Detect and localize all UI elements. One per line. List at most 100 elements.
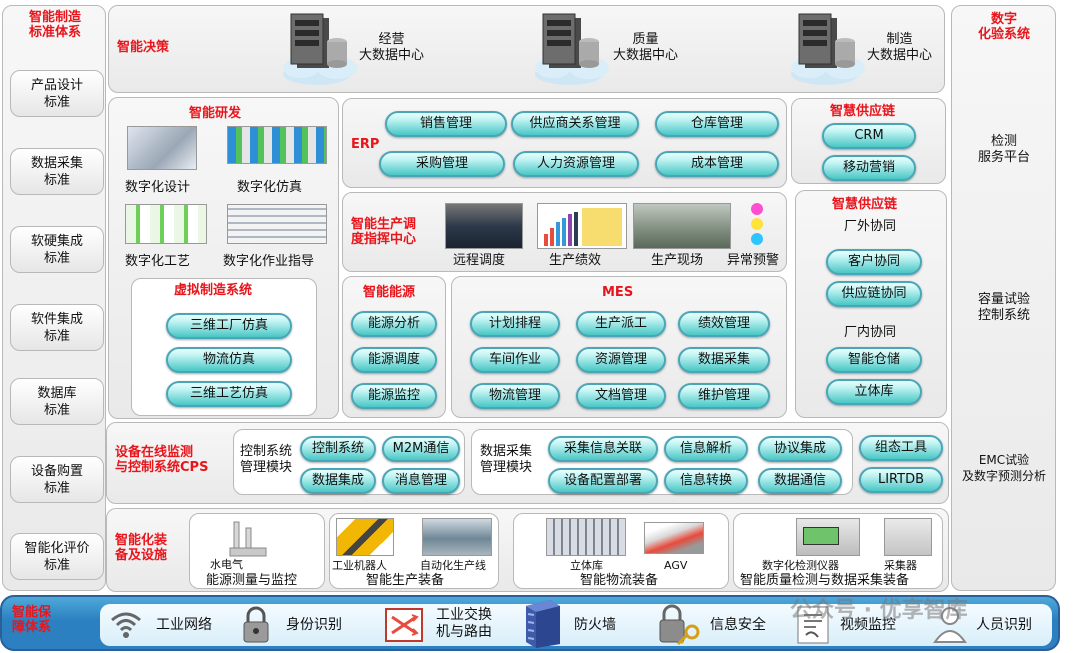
agv-label: AGV bbox=[664, 559, 688, 572]
equipment-panel: 智能化装 备及设施 水电气 能源测量与监控 工业机器人 自动化生产线 智能生产装备… bbox=[106, 508, 949, 592]
lirtdb-button[interactable]: LIRTDB bbox=[859, 467, 943, 493]
alert-lights-icon bbox=[751, 203, 765, 249]
test-service-platform-label: 检测 服务平台 bbox=[977, 134, 1030, 165]
standard-equipment-purchase[interactable]: 设备购置 标准 bbox=[10, 456, 104, 503]
mes-panel: MES 计划排程 生产派工 绩效管理 车间作业 资源管理 数据采集 物流管理 文… bbox=[451, 276, 787, 418]
workshop-operation-button[interactable]: 车间作业 bbox=[470, 347, 560, 373]
data-integration-button[interactable]: 数据集成 bbox=[300, 468, 376, 494]
energy-dispatch-button[interactable]: 能源调度 bbox=[351, 347, 437, 373]
production-dispatch-button[interactable]: 生产派工 bbox=[576, 311, 666, 337]
internal-collab-title: 厂内协同 bbox=[844, 325, 897, 340]
server-icon bbox=[277, 12, 367, 92]
configuration-tool-button[interactable]: 组态工具 bbox=[859, 435, 943, 461]
info-conversion-button[interactable]: 信息转换 bbox=[664, 468, 748, 494]
rd-title: 智能研发 bbox=[189, 106, 242, 121]
standard-hw-sw-integration[interactable]: 软硬集成 标准 bbox=[10, 226, 104, 273]
info-parsing-button[interactable]: 信息解析 bbox=[664, 436, 748, 462]
sales-management-button[interactable]: 销售管理 bbox=[385, 111, 507, 137]
identity-recognition-label: 身份识别 bbox=[286, 617, 342, 633]
document-management-button[interactable]: 文档管理 bbox=[576, 383, 666, 409]
cps-title: 设备在线监测 与控制系统CPS bbox=[115, 445, 209, 475]
decision-panel: 智能决策 经营 大数据中心 质量 大数据中心 制造 大数据中心 bbox=[108, 5, 945, 93]
supply-right-title: 智慧供应链 bbox=[832, 197, 898, 212]
crm-button[interactable]: CRM bbox=[822, 123, 916, 149]
logistics-management-button[interactable]: 物流管理 bbox=[470, 383, 560, 409]
cps-panel: 设备在线监测 与控制系统CPS 控制系统 管理模块 控制系统 M2M通信 数据集成 … bbox=[106, 422, 949, 504]
3d-process-simulation-button[interactable]: 三维工艺仿真 bbox=[166, 381, 292, 407]
production-kpi-label: 生产绩效 bbox=[549, 253, 602, 268]
supplier-relation-button[interactable]: 供应商关系管理 bbox=[511, 111, 639, 137]
erp-title: ERP bbox=[351, 137, 380, 152]
guarantee-title: 智能保 障体系 bbox=[12, 605, 52, 635]
collector-image bbox=[884, 518, 932, 556]
rd-digital-process: 数字化工艺 bbox=[125, 254, 191, 269]
standard-database[interactable]: 数据库 标准 bbox=[10, 378, 104, 425]
center-business-label: 经营 大数据中心 bbox=[359, 32, 425, 63]
rd-digital-simulation: 数字化仿真 bbox=[237, 180, 303, 195]
utilities-label: 水电气 bbox=[210, 558, 243, 571]
hr-management-button[interactable]: 人力资源管理 bbox=[513, 151, 639, 177]
supply-chain-collab-button[interactable]: 供应链协同 bbox=[826, 281, 922, 307]
resource-management-button[interactable]: 资源管理 bbox=[576, 347, 666, 373]
purchase-management-button[interactable]: 采购管理 bbox=[379, 151, 505, 177]
production-equipment-title: 智能生产装备 bbox=[366, 573, 445, 588]
logistics-simulation-button[interactable]: 物流仿真 bbox=[166, 347, 292, 373]
data-module-label: 数据采集 管理模块 bbox=[480, 444, 533, 475]
standard-intelligence-evaluation[interactable]: 智能化评价 标准 bbox=[10, 533, 104, 580]
agv-image bbox=[644, 522, 704, 554]
decision-title: 智能决策 bbox=[117, 40, 170, 55]
message-management-button[interactable]: 消息管理 bbox=[382, 468, 460, 494]
supply-top-title: 智慧供应链 bbox=[830, 104, 896, 119]
digital-test-column: 数字 化验系统 检测 服务平台 容量试验 控制系统 EMC试验 及数字预测分析 bbox=[951, 5, 1056, 591]
mes-data-collection-button[interactable]: 数据采集 bbox=[678, 347, 770, 373]
stereo-warehouse-button[interactable]: 立体库 bbox=[826, 379, 922, 405]
firewall-label: 防火墙 bbox=[574, 617, 616, 633]
customer-collab-button[interactable]: 客户协同 bbox=[826, 249, 922, 275]
production-site-label: 生产现场 bbox=[651, 253, 704, 268]
performance-management-button[interactable]: 绩效管理 bbox=[678, 311, 770, 337]
center-manufacturing-label: 制造 大数据中心 bbox=[867, 32, 933, 63]
production-site-image bbox=[633, 203, 731, 249]
rd-digital-design: 数字化设计 bbox=[125, 180, 191, 195]
standard-data-collection[interactable]: 数据采集 标准 bbox=[10, 148, 104, 195]
digital-design-image bbox=[127, 126, 197, 170]
watermark-text: 公众号 · 优享智库 bbox=[790, 598, 968, 623]
maintenance-management-button[interactable]: 维护管理 bbox=[678, 383, 770, 409]
cost-management-button[interactable]: 成本管理 bbox=[655, 151, 779, 177]
lock-icon bbox=[240, 606, 272, 648]
power-plant-icon bbox=[228, 518, 268, 562]
digital-instrument-image bbox=[796, 518, 860, 556]
supply-chain-top-panel: 智慧供应链 CRM 移动营销 bbox=[791, 98, 946, 184]
energy-analysis-button[interactable]: 能源分析 bbox=[351, 311, 437, 337]
automated-line-label: 自动化生产线 bbox=[420, 559, 486, 572]
standard-product-design[interactable]: 产品设计 标准 bbox=[10, 70, 104, 117]
dispatch-title: 智能生产调 度指挥中心 bbox=[351, 217, 417, 247]
digital-guide-image bbox=[227, 204, 327, 244]
energy-title: 智能能源 bbox=[363, 285, 416, 300]
quality-equipment-group: 数字化检测仪器 采集器 智能质量检测与数据采集装备 bbox=[733, 513, 943, 589]
remote-dispatch-image bbox=[445, 203, 523, 249]
industrial-robot-image bbox=[336, 518, 394, 556]
logistics-equipment-group: 立体库 AGV 智能物流装备 bbox=[513, 513, 729, 589]
mes-title: MES bbox=[602, 285, 634, 300]
standard-software-integration[interactable]: 软件集成 标准 bbox=[10, 304, 104, 351]
digital-test-title: 数字 化验系统 bbox=[977, 12, 1030, 42]
capacity-test-control-label: 容量试验 控制系统 bbox=[977, 292, 1030, 323]
stereo-warehouse-image bbox=[546, 518, 626, 556]
logistics-equipment-title: 智能物流装备 bbox=[580, 573, 659, 588]
digital-simulation-image bbox=[227, 126, 327, 164]
data-communication-button[interactable]: 数据通信 bbox=[758, 468, 842, 494]
smart-warehouse-button[interactable]: 智能仓储 bbox=[826, 347, 922, 373]
collection-info-link-button[interactable]: 采集信息关联 bbox=[548, 436, 658, 462]
mobile-marketing-button[interactable]: 移动营销 bbox=[822, 155, 916, 181]
key-lock-icon bbox=[656, 604, 702, 650]
plan-scheduling-button[interactable]: 计划排程 bbox=[470, 311, 560, 337]
energy-measure-title: 能源测量与监控 bbox=[206, 573, 298, 588]
protocol-integration-button[interactable]: 协议集成 bbox=[758, 436, 842, 462]
warehouse-management-button[interactable]: 仓库管理 bbox=[655, 111, 779, 137]
m2m-communication-button[interactable]: M2M通信 bbox=[382, 436, 460, 462]
device-config-deploy-button[interactable]: 设备配置部署 bbox=[548, 468, 658, 494]
energy-monitoring-button[interactable]: 能源监控 bbox=[351, 383, 437, 409]
control-system-button[interactable]: 控制系统 bbox=[300, 436, 376, 462]
3d-factory-simulation-button[interactable]: 三维工厂仿真 bbox=[166, 313, 292, 339]
